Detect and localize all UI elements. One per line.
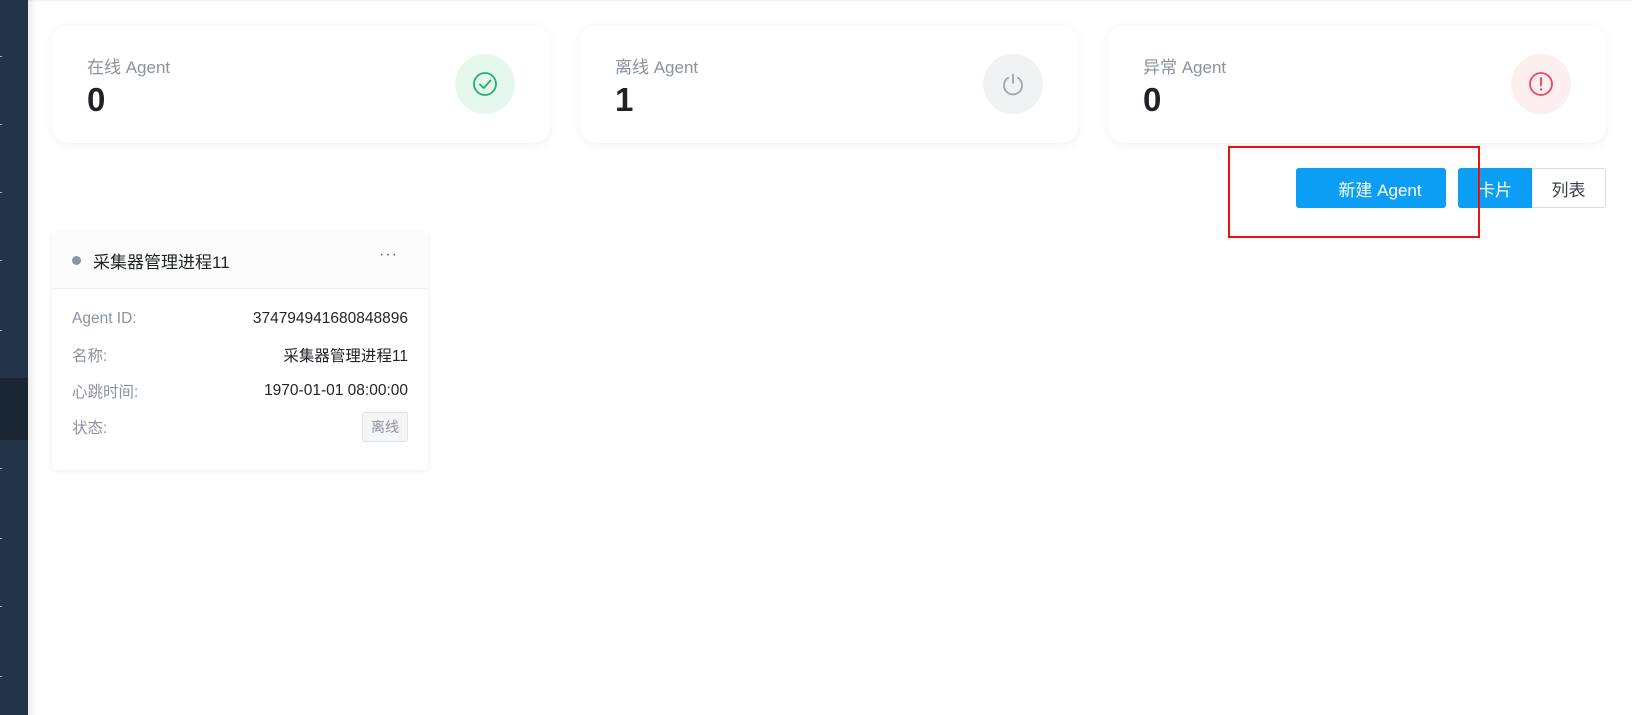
sidebar-item-marker[interactable]: [0, 606, 2, 607]
sidebar-item-marker[interactable]: [0, 56, 2, 57]
sidebar-item-marker[interactable]: [0, 468, 2, 469]
view-mode-toggle: 卡片 列表: [1458, 168, 1606, 208]
field-value: 374794941680848896: [252, 310, 408, 327]
stat-value: 1: [615, 81, 634, 118]
power-icon: [983, 54, 1043, 114]
agent-name-row: 名称: 采集器管理进程11: [72, 337, 408, 373]
field-label: 名称:: [72, 348, 108, 365]
view-list-button[interactable]: 列表: [1532, 168, 1606, 208]
sidebar-item-marker[interactable]: [0, 260, 2, 261]
heartbeat-time-row: 心跳时间: 1970-01-01 08:00:00: [72, 373, 408, 409]
stat-label: 离线 Agent: [615, 58, 699, 77]
field-label: Agent ID:: [72, 310, 137, 327]
sidebar-item-marker[interactable]: [0, 124, 2, 125]
check-circle-icon: [455, 54, 515, 114]
stat-value: 0: [87, 81, 106, 118]
new-agent-button[interactable]: 新建 Agent: [1296, 168, 1446, 208]
more-options-icon[interactable]: ···: [379, 246, 398, 264]
agent-card-details: Agent ID: 374794941680848896 名称: 采集器管理进程…: [52, 289, 428, 445]
stat-value: 0: [1143, 81, 1162, 118]
status-badge: 离线: [362, 412, 408, 442]
sidebar-shadow: [28, 0, 36, 715]
field-value: 1970-01-01 08:00:00: [264, 382, 408, 399]
agent-card-header: 采集器管理进程11 ···: [52, 232, 428, 289]
agent-card[interactable]: 采集器管理进程11 ··· Agent ID: 3747949416808488…: [52, 232, 428, 470]
sidebar-item-marker[interactable]: [0, 192, 2, 193]
field-label: 心跳时间:: [72, 384, 139, 401]
online-agent-stat-card: 在线 Agent 0: [52, 25, 550, 143]
agent-card-title: 采集器管理进程11: [93, 252, 230, 272]
agent-id-row: Agent ID: 374794941680848896: [72, 301, 408, 337]
view-card-button[interactable]: 卡片: [1458, 168, 1532, 208]
status-row: 状态: 离线: [72, 409, 408, 445]
stat-label: 在线 Agent: [87, 58, 171, 77]
sidebar-item-marker[interactable]: [0, 676, 2, 677]
sidebar-item-marker[interactable]: [0, 538, 2, 539]
header-divider: [28, 0, 1632, 2]
abnormal-agent-stat-card: 异常 Agent 0: [1108, 25, 1606, 143]
status-dot: [72, 255, 81, 265]
sidebar-item-marker[interactable]: [0, 330, 2, 331]
field-label: 状态:: [72, 420, 108, 437]
sidebar-item-active[interactable]: [0, 378, 28, 440]
field-value: 采集器管理进程11: [283, 348, 408, 365]
stat-label: 异常 Agent: [1143, 58, 1227, 77]
alert-circle-icon: [1511, 54, 1571, 114]
offline-agent-stat-card: 离线 Agent 1: [580, 25, 1078, 143]
sidebar: [0, 0, 28, 715]
